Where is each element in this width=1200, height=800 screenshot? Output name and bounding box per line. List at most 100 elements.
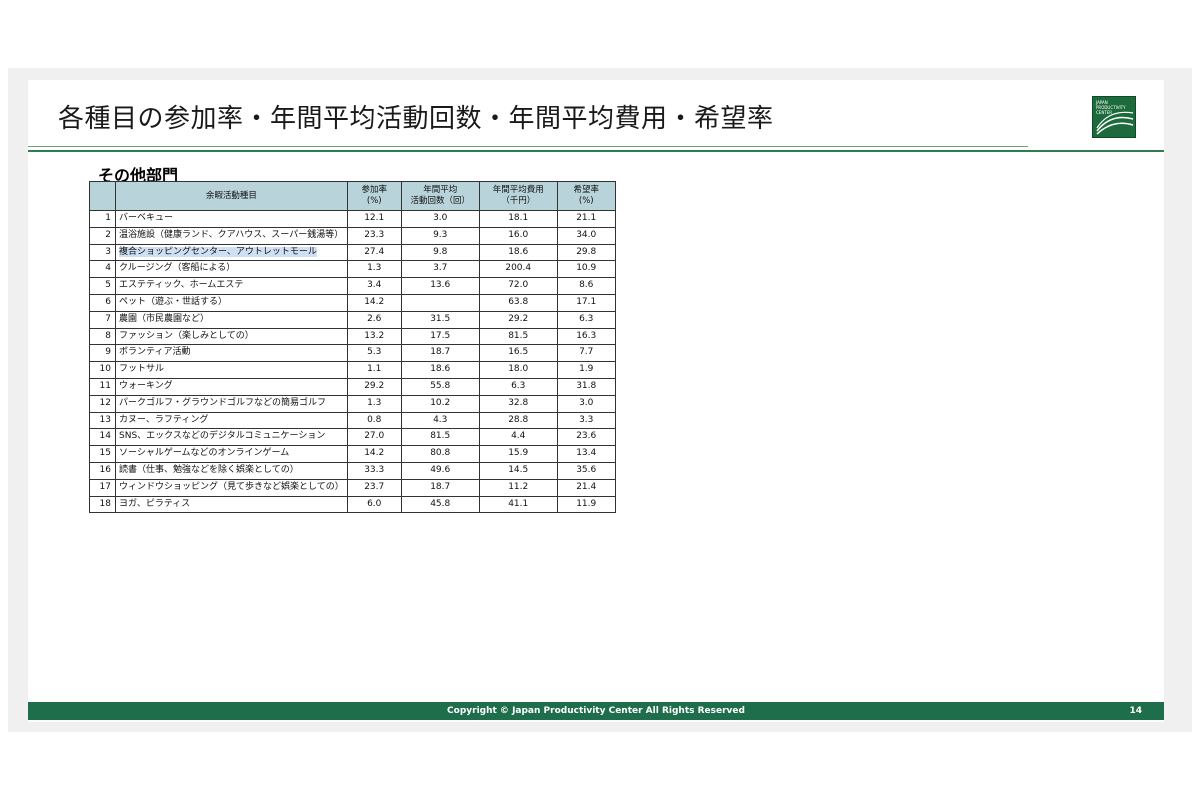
- table-row: 11 ウォーキング 29.2 55.8 6.3 31.8: [89, 377, 616, 396]
- participation-rate: 3.4: [346, 277, 402, 295]
- desire-rate: 29.8: [556, 243, 616, 262]
- participation-rate: 1.1: [346, 361, 402, 379]
- participation-rate: 1.3: [346, 260, 402, 279]
- row-number: 12: [89, 394, 116, 413]
- activity-name: SNS、エックスなどのデジタルコミュニケーション: [115, 428, 348, 447]
- annual-cost: 32.8: [478, 394, 558, 413]
- activity-name-text: バーベキュー: [119, 213, 174, 223]
- desire-rate: 1.9: [556, 361, 616, 379]
- participation-rate: 33.3: [346, 461, 402, 480]
- activity-name: ウォーキング: [115, 377, 348, 396]
- row-number: 13: [89, 411, 116, 430]
- activity-frequency: 18.7: [400, 344, 480, 363]
- header-desire: 希望率 (%): [556, 181, 616, 211]
- desire-rate: 6.3: [556, 310, 616, 329]
- annual-cost: 14.5: [478, 461, 558, 480]
- activity-frequency: [400, 293, 480, 312]
- row-number: 17: [89, 478, 116, 497]
- table-row: 13 カヌー、ラフティング 0.8 4.3 28.8 3.3: [89, 411, 616, 430]
- table-row: 14 SNS、エックスなどのデジタルコミュニケーション 27.0 81.5 4.4 23.…: [89, 428, 616, 447]
- participation-rate: 27.0: [346, 428, 402, 447]
- participation-rate: 13.2: [346, 327, 402, 346]
- activity-name: ペット（遊ぶ・世話する）: [115, 293, 348, 312]
- activity-name-text: エステティック、ホームエステ: [119, 280, 244, 291]
- footer-bar: Copyright © Japan Productivity Center Al…: [28, 702, 1164, 720]
- row-number: 14: [89, 428, 116, 447]
- activity-name-text: ペット（遊ぶ・世話する）: [119, 296, 228, 307]
- table-row: 1 バーベキュー 12.1 3.0 18.1 21.1: [89, 210, 616, 228]
- desire-rate: 17.1: [556, 293, 616, 312]
- activity-name-text: パークゴルフ・グラウンドゴルフなどの簡易ゴルフ: [119, 397, 327, 408]
- jpc-logo-icon: JAPAN PRODUCTIVITY CENTER: [1092, 96, 1136, 138]
- row-number: 5: [89, 277, 116, 295]
- activity-name: ウィンドウショッピング（見て歩きなど娯楽としての）: [115, 478, 348, 497]
- annual-cost: 41.1: [478, 495, 558, 514]
- desire-rate: 23.6: [556, 428, 616, 447]
- activity-frequency: 45.8: [400, 495, 480, 514]
- table-row: 2 温浴施設（健康ランド、クアハウス、スーパー銭湯等） 23.3 9.3 16.0 34.…: [89, 226, 616, 245]
- header-no: [89, 181, 116, 211]
- activity-frequency: 9.8: [400, 243, 480, 262]
- annual-cost: 29.2: [478, 310, 558, 329]
- copyright-text: Copyright © Japan Productivity Center Al…: [447, 706, 745, 716]
- row-number: 3: [89, 243, 116, 262]
- table-row: 9 ボランティア活動 5.3 18.7 16.5 7.7: [89, 344, 616, 363]
- activity-name-text: クルージング（客船による）: [119, 263, 236, 274]
- activity-name-text: 読書（仕事、勉強などを除く娯楽としての）: [119, 464, 299, 475]
- participation-rate: 14.2: [346, 445, 402, 463]
- activity-name: ソーシャルゲームなどのオンラインゲーム: [115, 445, 348, 463]
- table-row: 4 クルージング（客船による） 1.3 3.7 200.4 10.9: [89, 260, 616, 279]
- activity-frequency: 3.0: [400, 210, 480, 228]
- participation-rate: 27.4: [346, 243, 402, 262]
- header-activity: 余暇活動種目: [115, 181, 348, 211]
- header-cost: 年間平均費用 （千円）: [478, 181, 558, 211]
- participation-rate: 0.8: [346, 411, 402, 430]
- row-number: 6: [89, 293, 116, 312]
- participation-rate: 23.7: [346, 478, 402, 497]
- title-rule-thick: [28, 150, 1164, 152]
- header-frequency: 年間平均 活動回数（回）: [400, 181, 480, 211]
- activity-name: 温浴施設（健康ランド、クアハウス、スーパー銭湯等）: [115, 226, 348, 245]
- activity-frequency: 18.7: [400, 478, 480, 497]
- slide-title: 各種目の参加率・年間平均活動回数・年間平均費用・希望率: [58, 104, 774, 134]
- activity-name: 農園（市民農園など）: [115, 310, 348, 329]
- desire-rate: 13.4: [556, 445, 616, 463]
- activity-name-text: カヌー、ラフティング: [119, 414, 209, 425]
- table-row: 8 ファッション（楽しみとしての） 13.2 17.5 81.5 16.3: [89, 327, 616, 346]
- desire-rate: 3.3: [556, 411, 616, 430]
- activity-name-text: ソーシャルゲームなどのオンラインゲーム: [119, 448, 290, 459]
- annual-cost: 16.5: [478, 344, 558, 363]
- activity-name: フットサル: [115, 361, 348, 379]
- activity-frequency: 49.6: [400, 461, 480, 480]
- table-row: 15 ソーシャルゲームなどのオンラインゲーム 14.2 80.8 15.9 13.4: [89, 445, 616, 463]
- activity-name-text: 複合ショッピングセンター、アウトレットモール: [119, 246, 317, 257]
- activity-name-text: 温浴施設（健康ランド、クアハウス、スーパー銭湯等）: [119, 229, 344, 240]
- header-cost-line2: （千円）: [501, 196, 536, 206]
- row-number: 1: [89, 210, 116, 228]
- activity-name: ヨガ、ピラティス: [115, 495, 348, 514]
- row-number: 11: [89, 377, 116, 396]
- participation-rate: 23.3: [346, 226, 402, 245]
- participation-rate: 1.3: [346, 394, 402, 413]
- activity-frequency: 13.6: [400, 277, 480, 295]
- annual-cost: 18.1: [478, 210, 558, 228]
- header-cost-line1: 年間平均費用: [492, 185, 544, 195]
- participation-rate: 6.0: [346, 495, 402, 514]
- annual-cost: 11.2: [478, 478, 558, 497]
- activity-frequency: 31.5: [400, 310, 480, 329]
- row-number: 15: [89, 445, 116, 463]
- activity-frequency: 81.5: [400, 428, 480, 447]
- desire-rate: 7.7: [556, 344, 616, 363]
- activity-name-text: ボランティア活動: [119, 347, 191, 358]
- activity-name-text: フットサル: [119, 364, 165, 375]
- activity-name-text: SNS、エックスなどのデジタルコミュニケーション: [119, 431, 326, 442]
- desire-rate: 21.4: [556, 478, 616, 497]
- activity-name: パークゴルフ・グラウンドゴルフなどの簡易ゴルフ: [115, 394, 348, 413]
- header-desire-line2: (%): [578, 196, 594, 206]
- activity-name-text: ファッション（楽しみとしての）: [119, 330, 254, 341]
- header-participation: 参加率 (%): [346, 181, 402, 211]
- desire-rate: 35.6: [556, 461, 616, 480]
- activity-frequency: 4.3: [400, 411, 480, 430]
- annual-cost: 72.0: [478, 277, 558, 295]
- activity-frequency: 80.8: [400, 445, 480, 463]
